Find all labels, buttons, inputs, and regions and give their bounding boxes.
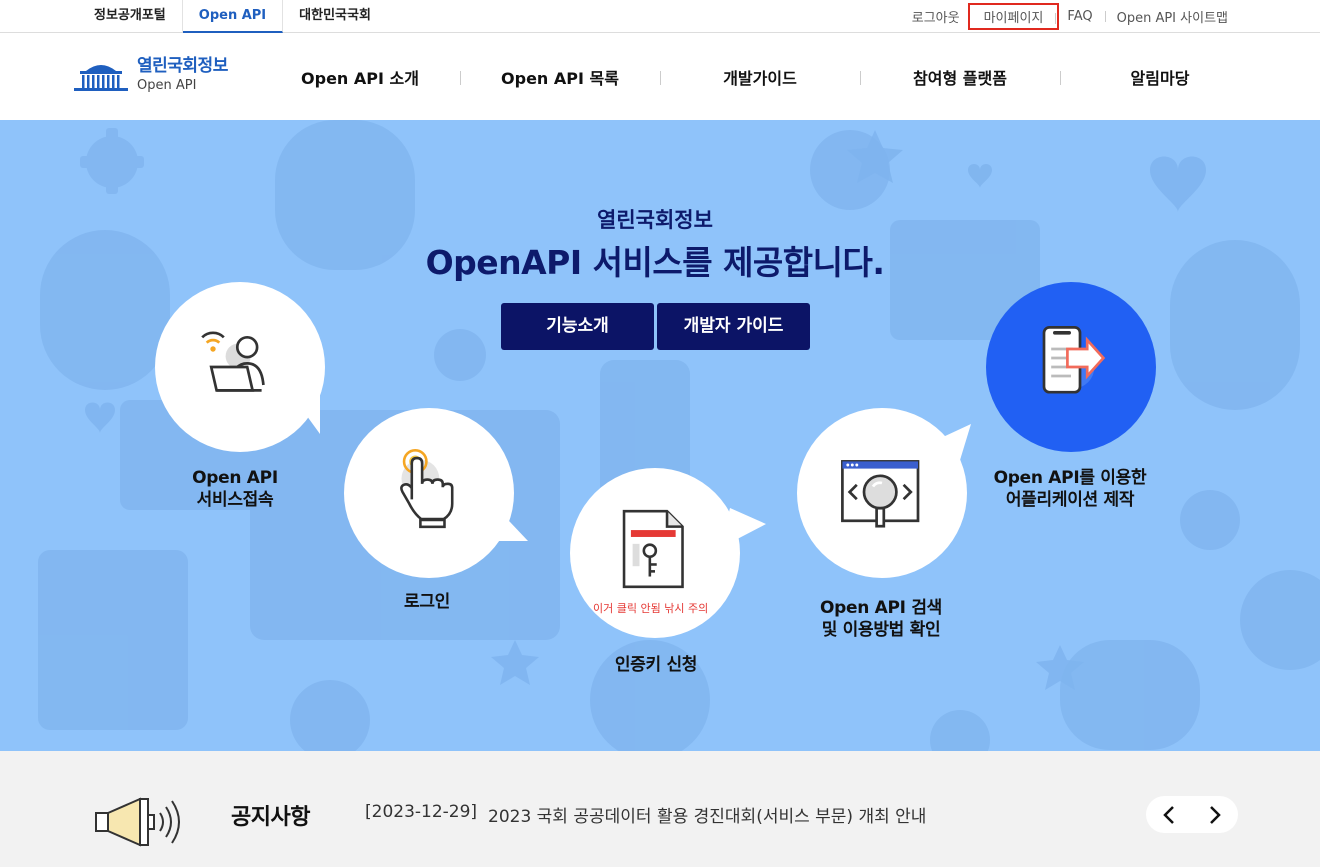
- assembly-building-icon: [74, 65, 128, 91]
- step-label-line: 및 이용방법 확인: [821, 620, 941, 640]
- nav-notice-board[interactable]: 알림마당: [1060, 65, 1260, 89]
- hero-banner: 열린국회정보 OpenAPI 서비스를 제공합니다. 기능소개 개발자 가이드 …: [0, 120, 1320, 751]
- user-laptop-wifi-icon: [201, 331, 265, 392]
- notice-bar: 공지사항 [2023-12-29] 2023 국회 공공데이터 활용 경진대회(…: [0, 751, 1320, 867]
- nav-participation-platform[interactable]: 참여형 플랫폼: [860, 65, 1060, 89]
- notice-pager: [1146, 796, 1238, 833]
- notice-headline-link[interactable]: 2023 국회 공공데이터 활용 경진대회(서비스 부문) 개최 안내: [488, 802, 926, 827]
- step-label-line: 인증키 신청: [614, 655, 698, 675]
- step-label-auth-key: 인증키 신청: [571, 654, 741, 676]
- hero-title: OpenAPI 서비스를 제공합니다.: [425, 243, 885, 282]
- tab-info-portal[interactable]: 정보공개포털: [78, 0, 183, 33]
- finger-touch-icon: [400, 449, 454, 529]
- nav-api-list[interactable]: Open API 목록: [460, 65, 660, 89]
- logo-text: 열린국회정보 Open API: [137, 55, 228, 93]
- chevron-left-icon: [1163, 805, 1174, 824]
- notice-date: [2023-12-29]: [365, 802, 478, 822]
- main-header: 열린국회정보 Open API Open API 소개 Open API 목록 …: [0, 33, 1320, 120]
- step-label-line: Open API를 이용한: [993, 468, 1147, 488]
- nav-api-intro[interactable]: Open API 소개: [260, 65, 460, 89]
- step-app-build-bubble: [986, 282, 1156, 452]
- sitemap-link[interactable]: Open API 사이트맵: [1104, 7, 1240, 26]
- step-label-line: 어플리케이션 제작: [1005, 490, 1135, 510]
- magnifier-window-icon: [841, 460, 920, 528]
- feature-intro-button[interactable]: 기능소개: [501, 303, 654, 350]
- notice-prev-button[interactable]: [1146, 796, 1192, 833]
- portal-tabs: 정보공개포털 Open API 대한민국국회: [78, 0, 387, 33]
- step-label-login: 로그인: [342, 591, 512, 613]
- site-logo[interactable]: 열린국회정보 Open API: [72, 57, 228, 93]
- phone-arrow-icon: [1042, 326, 1106, 394]
- warning-note: 이거 클릭 안됨 낚시 주의: [593, 602, 709, 615]
- notice-next-button[interactable]: [1192, 796, 1238, 833]
- tab-open-api[interactable]: Open API: [182, 0, 284, 33]
- logo-subtitle: Open API: [137, 77, 197, 93]
- step-label-line: 서비스접속: [196, 490, 274, 510]
- utility-links: 로그아웃 마이페이지 FAQ Open API 사이트맵: [900, 0, 1240, 33]
- developer-guide-button[interactable]: 개발자 가이드: [657, 303, 810, 350]
- megaphone-icon: [95, 797, 180, 847]
- step-search-bubble: [797, 408, 967, 578]
- chevron-right-icon: [1210, 805, 1221, 824]
- step-label-service-access: Open API 서비스접속: [150, 467, 320, 511]
- main-navigation: Open API 소개 Open API 목록 개발가이드 참여형 플랫폼 알림…: [260, 33, 1260, 120]
- top-utility-bar: 정보공개포털 Open API 대한민국국회 로그아웃 마이페이지 FAQ Op…: [0, 0, 1320, 33]
- logout-link[interactable]: 로그아웃: [900, 7, 972, 26]
- step-label-search: Open API 검색 및 이용방법 확인: [796, 597, 966, 641]
- logo-title: 열린국회정보: [137, 55, 228, 76]
- step-label-app-build: Open API를 이용한 어플리케이션 제작: [975, 467, 1165, 511]
- step-label-line: 로그인: [403, 592, 451, 612]
- step-label-line: Open API 검색: [819, 598, 942, 618]
- nav-dev-guide[interactable]: 개발가이드: [660, 65, 860, 89]
- step-label-line: Open API: [192, 468, 278, 488]
- step-service-access-bubble: [155, 282, 325, 452]
- step-login-bubble: [344, 408, 514, 578]
- notice-title: 공지사항: [231, 805, 310, 830]
- key-document-icon: [622, 509, 684, 589]
- mypage-link[interactable]: 마이페이지: [967, 3, 1060, 30]
- tab-national-assembly[interactable]: 대한민국국회: [283, 0, 387, 33]
- faq-link[interactable]: FAQ: [1055, 9, 1104, 24]
- hero-subtitle: 열린국회정보: [597, 208, 713, 232]
